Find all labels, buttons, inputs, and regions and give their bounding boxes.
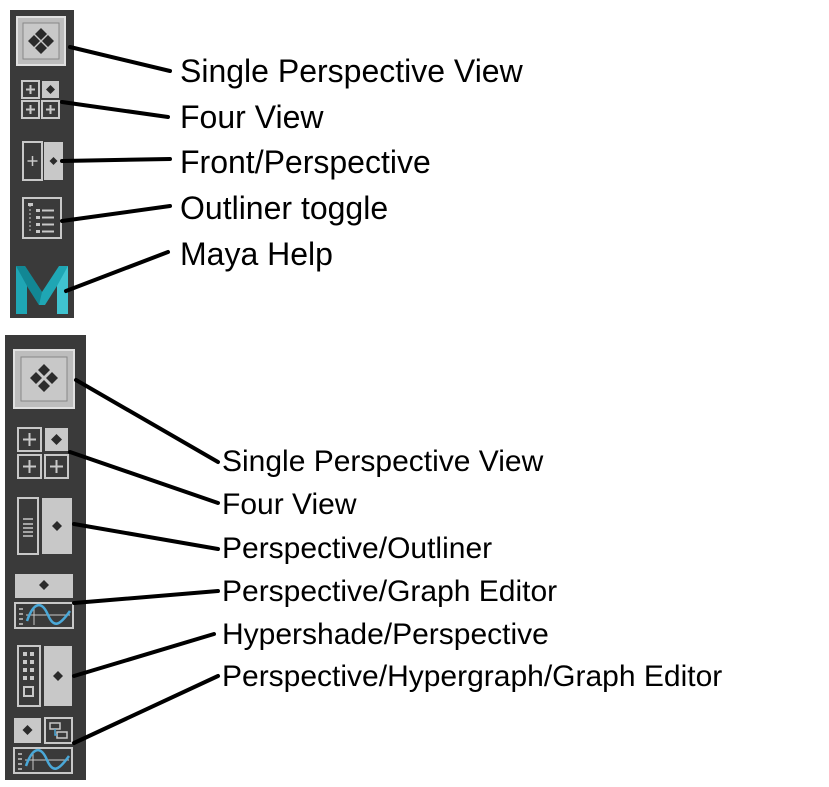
maya-help-icon <box>16 266 68 314</box>
callout-line-hypershade-perspective <box>72 632 216 678</box>
callout-line-single-perspective-bottom <box>74 378 220 464</box>
callout-line-outliner-toggle <box>60 204 172 223</box>
label-four-view-bottom: Four View <box>222 488 357 521</box>
perspective-outliner-button[interactable] <box>17 497 73 555</box>
perspective-outliner-icon <box>17 497 72 555</box>
four-view-button[interactable] <box>21 80 61 120</box>
single-perspective-view-button[interactable] <box>13 349 75 409</box>
hypershade-perspective-icon <box>17 645 72 707</box>
callout-line-perspective-graph-editor <box>72 589 220 605</box>
outliner-toggle-icon <box>22 197 62 239</box>
label-maya-help: Maya Help <box>180 236 333 272</box>
perspective-hypergraph-graph-editor-icon <box>13 717 73 774</box>
label-four-view-top: Four View <box>180 99 324 135</box>
callout-line-maya-help <box>64 250 170 293</box>
front-perspective-button[interactable] <box>22 141 64 181</box>
hypershade-perspective-button[interactable] <box>17 645 73 707</box>
front-perspective-icon <box>22 141 63 181</box>
four-view-icon <box>21 80 60 119</box>
label-outliner-toggle: Outliner toggle <box>180 190 389 226</box>
perspective-hypergraph-graph-editor-button[interactable] <box>13 717 73 775</box>
callout-line-front-perspective <box>60 157 172 163</box>
label-perspective-graph-editor: Perspective/Graph Editor <box>222 575 558 608</box>
callout-line-perspective-outliner <box>72 522 220 551</box>
label-single-perspective-view-bottom: Single Perspective View <box>222 445 544 478</box>
single-perspective-view-icon <box>16 16 66 66</box>
label-perspective-hypergraph-graph-editor: Perspective/Hypergraph/Graph Editor <box>222 660 723 693</box>
perspective-graph-editor-icon <box>14 574 74 629</box>
callout-line-four-view-bottom <box>68 450 220 505</box>
four-view-icon <box>17 427 69 479</box>
label-hypershade-perspective: Hypershade/Perspective <box>222 618 549 651</box>
callout-line-perspective-hypergraph-graph-editor <box>72 674 220 745</box>
outliner-toggle-button[interactable] <box>22 197 62 239</box>
perspective-graph-editor-button[interactable] <box>14 573 74 629</box>
maya-help-button[interactable] <box>13 262 71 316</box>
single-perspective-view-icon <box>13 349 75 409</box>
single-perspective-view-button[interactable] <box>16 16 66 66</box>
callout-line-single-perspective-top <box>68 45 172 73</box>
label-single-perspective-view-top: Single Perspective View <box>180 53 523 89</box>
label-perspective-outliner: Perspective/Outliner <box>222 532 493 565</box>
label-front-perspective: Front/Perspective <box>180 144 431 180</box>
callout-line-four-view-top <box>60 100 170 119</box>
four-view-button[interactable] <box>17 427 69 479</box>
